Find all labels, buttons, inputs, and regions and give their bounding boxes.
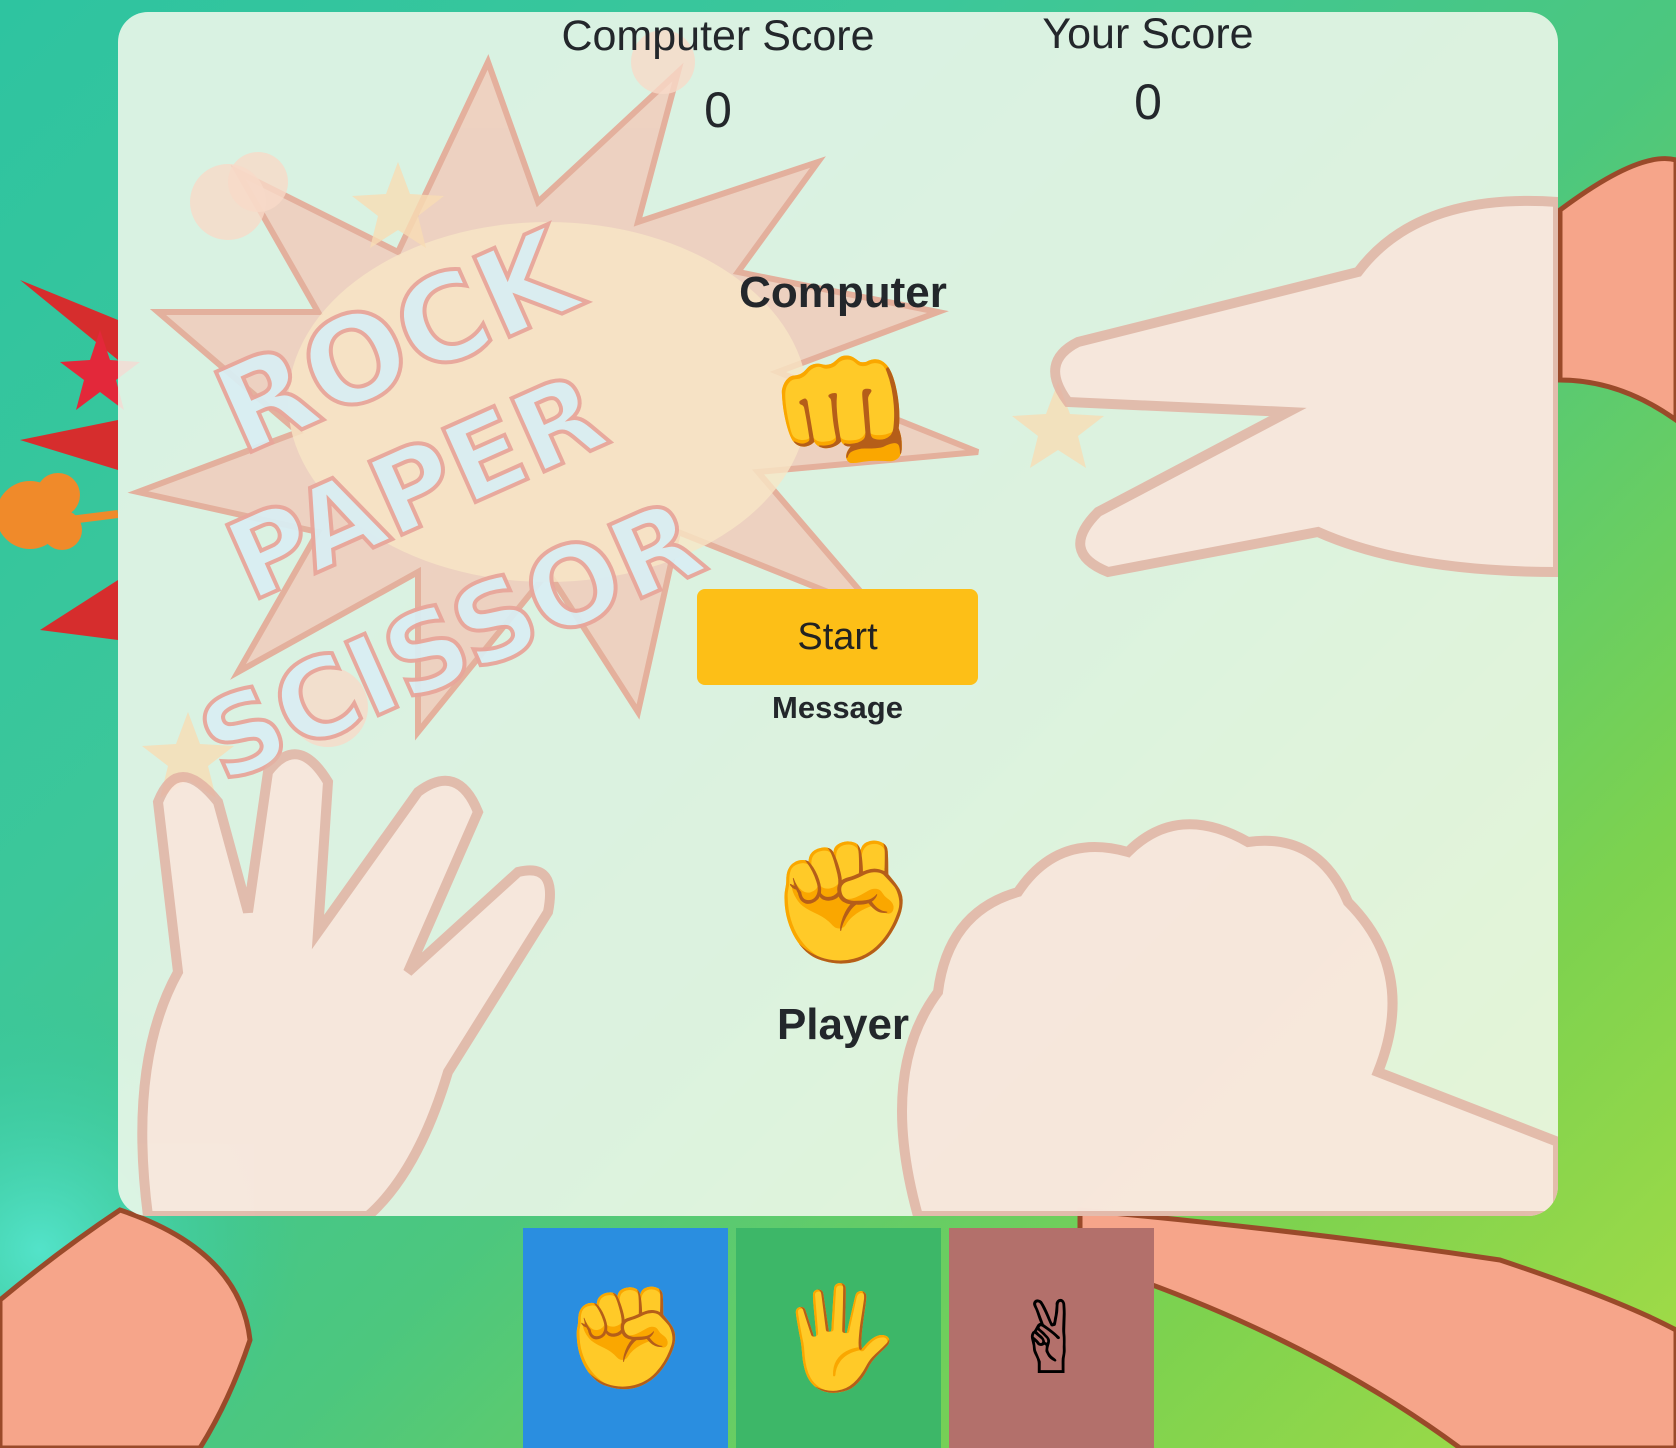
- choice-paper-button[interactable]: 🖐: [736, 1228, 941, 1448]
- logo-word-rock: ROCK: [197, 201, 600, 482]
- computer-score: Computer Score 0: [428, 12, 1008, 139]
- start-button[interactable]: Start: [697, 589, 978, 685]
- rock-icon: ✊: [563, 1281, 688, 1394]
- player-score-value: 0: [1134, 74, 1162, 130]
- choice-scissors-button[interactable]: ✌: [949, 1228, 1154, 1448]
- paper-icon: 🖐: [776, 1281, 901, 1394]
- player-choice-icon: ✊: [768, 835, 918, 969]
- scissors-icon: ✌: [1009, 1282, 1094, 1395]
- game-message: Message: [772, 690, 903, 725]
- logo-word-scissor: SCISSOR: [182, 475, 721, 809]
- choice-rock-button[interactable]: ✊: [523, 1228, 728, 1448]
- player-score-label: Your Score: [1042, 12, 1254, 58]
- computer-score-value: 0: [704, 82, 732, 138]
- player-score: Your Score 0: [958, 12, 1338, 131]
- computer-choice-icon: 👊: [768, 345, 918, 479]
- computer-score-label: Computer Score: [561, 12, 875, 60]
- logo-word-paper: PAPER: [209, 348, 623, 626]
- player-heading: Player: [776, 1000, 910, 1049]
- computer-heading: Computer: [739, 268, 947, 317]
